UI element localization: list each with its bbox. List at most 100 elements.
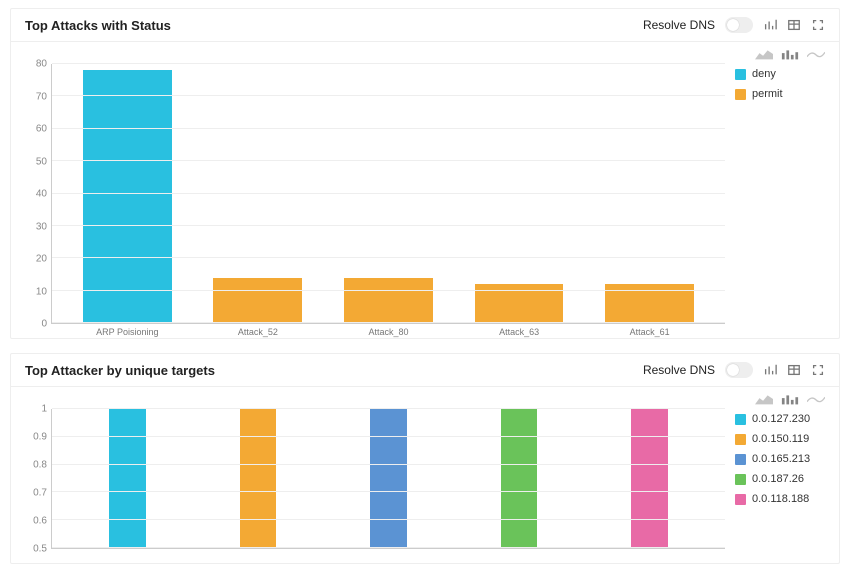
bar[interactable]	[501, 409, 538, 548]
x-tick-label: Attack_80	[323, 327, 454, 337]
table-view-icon[interactable]	[787, 363, 801, 377]
legend-label: 0.0.187.26	[752, 473, 804, 485]
area-chart-icon[interactable]	[755, 393, 773, 405]
chart-plot-2: 0.50.60.70.80.91	[21, 409, 725, 549]
bar-view-icon[interactable]	[763, 18, 777, 32]
bar[interactable]	[631, 409, 668, 548]
bar-slot	[62, 409, 193, 548]
bar-slot	[62, 64, 193, 323]
legend-item[interactable]: 0.0.150.119	[735, 433, 829, 445]
expand-icon[interactable]	[811, 18, 825, 32]
bar[interactable]	[83, 70, 172, 323]
legend-swatch	[735, 89, 746, 100]
bar-slot	[323, 64, 454, 323]
y-tick-label: 0.6	[21, 516, 47, 527]
bars-container	[52, 64, 725, 323]
grid-line	[52, 547, 725, 548]
y-tick-label: 50	[21, 156, 47, 167]
grid-line	[52, 408, 725, 409]
bar-slot	[193, 409, 324, 548]
grid-line	[52, 193, 725, 194]
chart-legend-2: 0.0.127.230 0.0.150.119 0.0.165.213 0.0.187…	[725, 409, 829, 549]
bar[interactable]	[213, 278, 302, 323]
x-tick-label: Attack_63	[454, 327, 585, 337]
legend-item[interactable]: 0.0.187.26	[735, 473, 829, 485]
chart-type-selector	[11, 42, 839, 60]
x-tick-label: ARP Poisioning	[62, 327, 193, 337]
chart-body: 01020304050607080 ARP PoisioningAttack_5…	[11, 60, 839, 338]
legend-label: 0.0.150.119	[752, 433, 809, 445]
bar[interactable]	[370, 409, 407, 548]
legend-label: permit	[752, 88, 783, 100]
bars-container	[52, 409, 725, 548]
area-chart-icon[interactable]	[755, 48, 773, 60]
legend-item[interactable]: deny	[735, 68, 829, 80]
bar[interactable]	[240, 409, 277, 548]
legend-item[interactable]: 0.0.118.188	[735, 493, 829, 505]
grid-line	[52, 519, 725, 520]
panel-top-attacker: Top Attacker by unique targets Resolve D…	[10, 353, 840, 564]
y-tick-label: 1	[21, 404, 47, 415]
plot-area: ARP PoisioningAttack_52Attack_80Attack_6…	[51, 64, 725, 324]
grid-line	[52, 491, 725, 492]
grid-line	[52, 322, 725, 323]
legend-item[interactable]: 0.0.165.213	[735, 453, 829, 465]
x-labels: ARP PoisioningAttack_52Attack_80Attack_6…	[52, 323, 725, 337]
bar-slot	[584, 64, 715, 323]
legend-item[interactable]: 0.0.127.230	[735, 413, 829, 425]
y-tick-label: 0	[21, 319, 47, 330]
chart-body: 0.50.60.70.80.91 0.0.127.2300.0.150.1190…	[11, 405, 839, 563]
panel-top-attacks: Top Attacks with Status Resolve DNS	[10, 8, 840, 339]
grid-line	[52, 160, 725, 161]
legend-label: 0.0.118.188	[752, 493, 809, 505]
bar-chart-icon[interactable]	[781, 48, 799, 60]
panel-header: Top Attacks with Status Resolve DNS	[11, 9, 839, 42]
y-tick-label: 10	[21, 286, 47, 297]
bar[interactable]	[344, 278, 433, 323]
x-labels	[52, 548, 725, 552]
grid-line	[52, 225, 725, 226]
panel-controls: Resolve DNS	[643, 362, 825, 378]
y-tick-label: 0.8	[21, 460, 47, 471]
y-tick-label: 60	[21, 124, 47, 135]
legend-label: 0.0.165.213	[752, 453, 810, 465]
legend-item[interactable]: permit	[735, 88, 829, 100]
grid-line	[52, 95, 725, 96]
legend-swatch	[735, 434, 746, 445]
line-chart-icon[interactable]	[807, 48, 825, 60]
y-tick-label: 80	[21, 59, 47, 70]
table-view-icon[interactable]	[787, 18, 801, 32]
bar-chart-icon[interactable]	[781, 393, 799, 405]
legend-swatch	[735, 414, 746, 425]
y-tick-label: 0.5	[21, 544, 47, 555]
resolve-dns-toggle[interactable]	[725, 17, 753, 33]
expand-icon[interactable]	[811, 363, 825, 377]
bar-slot	[193, 64, 324, 323]
grid-line	[52, 63, 725, 64]
bar-slot	[454, 64, 585, 323]
grid-line	[52, 290, 725, 291]
bar[interactable]	[109, 409, 146, 548]
y-axis: 01020304050607080	[21, 64, 51, 324]
bar-slot	[454, 409, 585, 548]
y-tick-label: 40	[21, 189, 47, 200]
resolve-dns-label: Resolve DNS	[643, 363, 715, 377]
panel-header: Top Attacker by unique targets Resolve D…	[11, 354, 839, 387]
grid-line	[52, 128, 725, 129]
chart-plot-1: 01020304050607080 ARP PoisioningAttack_5…	[21, 64, 725, 324]
legend-swatch	[735, 69, 746, 80]
panel-title: Top Attacks with Status	[25, 18, 171, 33]
grid-line	[52, 464, 725, 465]
y-tick-label: 30	[21, 221, 47, 232]
legend-swatch	[735, 494, 746, 505]
legend-swatch	[735, 474, 746, 485]
y-tick-label: 0.7	[21, 488, 47, 499]
bar-view-icon[interactable]	[763, 363, 777, 377]
plot-area	[51, 409, 725, 549]
grid-line	[52, 436, 725, 437]
line-chart-icon[interactable]	[807, 393, 825, 405]
resolve-dns-toggle[interactable]	[725, 362, 753, 378]
resolve-dns-label: Resolve DNS	[643, 18, 715, 32]
legend-label: deny	[752, 68, 776, 80]
bar-slot	[323, 409, 454, 548]
